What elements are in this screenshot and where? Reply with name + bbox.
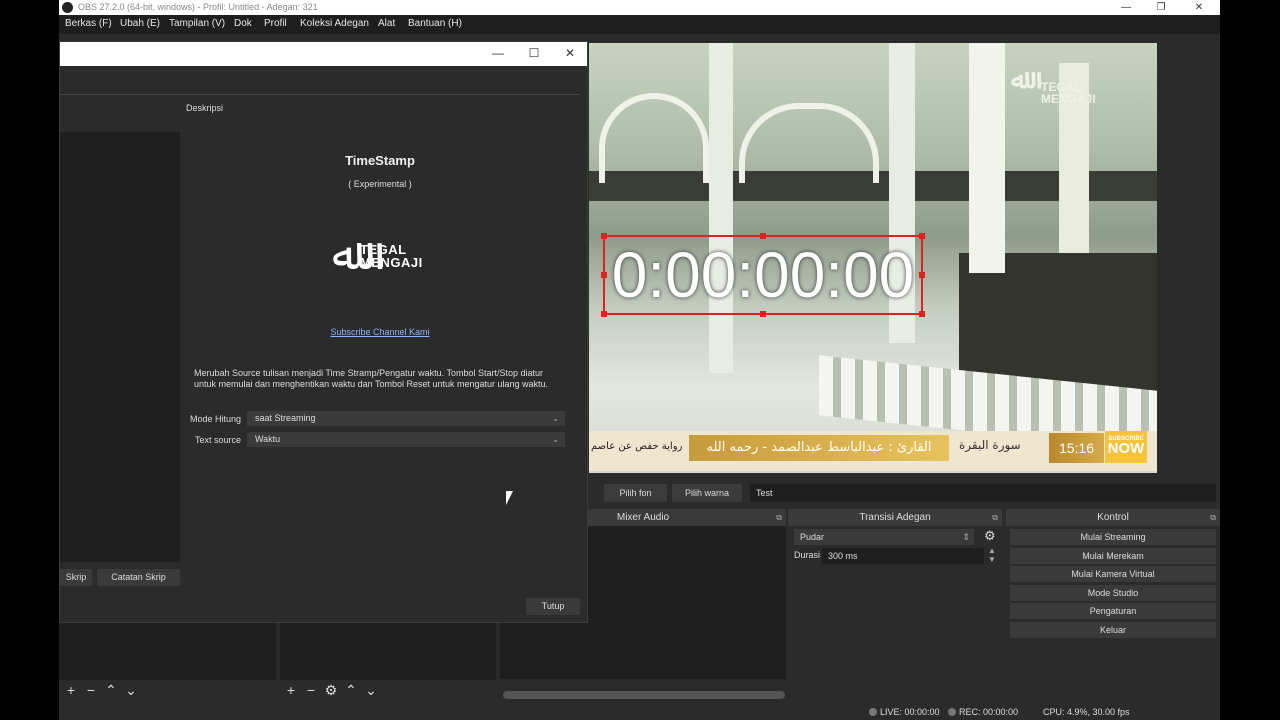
move-down-icon[interactable]: ⌄ <box>121 681 141 699</box>
live-indicator-icon <box>869 708 877 716</box>
close-icon[interactable]: ✕ <box>562 46 578 60</box>
studio-mode-button[interactable]: Mode Studio <box>1010 585 1216 601</box>
choose-font-button[interactable]: Pilih fon <box>604 484 667 502</box>
ticker-clock: 15:16 <box>1049 433 1104 463</box>
menu-koleksi-adegan[interactable]: Koleksi Adegan <box>300 18 369 29</box>
description-text: Merubah Source tulisan menjadi Time Stra… <box>194 368 549 389</box>
exit-button[interactable]: Keluar <box>1010 622 1216 638</box>
menu-tampilan[interactable]: Tampilan (V) <box>169 18 225 29</box>
transition-dock: Transisi Adegan ⧉ Pudar ⇕ ⚙ Durasi 300 ms … <box>788 509 1002 679</box>
menu-dok[interactable]: Dok <box>234 18 252 29</box>
undock-icon[interactable]: ⧉ <box>992 509 998 526</box>
scenes-toolbar: + − ⌃ ⌄ <box>61 681 141 699</box>
move-up-icon[interactable]: ⌃ <box>101 681 121 699</box>
script-subtitle: ( Experimental ) <box>348 179 412 189</box>
duration-label: Durasi <box>794 550 821 560</box>
subscribe-link[interactable]: Subscribe Channel Kami <box>182 327 578 337</box>
obs-logo-icon <box>62 2 73 13</box>
controls-dock: Kontrol ⧉ Mulai Streaming Mulai Merekam M… <box>1006 509 1220 679</box>
chevron-down-icon: ⌄ <box>552 435 559 444</box>
ticker-reciter: القارئ : عبدالباسط عبدالصمد - رحمه الله <box>689 435 949 461</box>
calligraphy-logo-icon: ﷲ <box>1011 64 1027 94</box>
close-button[interactable]: Tutup <box>526 598 580 615</box>
menu-profil[interactable]: Profil <box>264 18 287 29</box>
add-icon[interactable]: + <box>281 681 301 699</box>
menu-bantuan[interactable]: Bantuan (H) <box>408 18 462 29</box>
obs-window: OBS 27.2.0 (64-bit, windows) - Profil: U… <box>59 0 1220 720</box>
stepper-icon[interactable]: ▲ ▼ <box>988 546 996 564</box>
remove-icon[interactable]: − <box>81 681 101 699</box>
mode-label: Mode Hitung <box>189 414 241 424</box>
remove-icon[interactable]: − <box>301 681 321 699</box>
timer-text: 0:00:00:00 <box>611 239 915 311</box>
close-icon[interactable]: ✕ <box>1190 0 1208 15</box>
ticker-riwayah: رواية حفص عن عاصم <box>591 441 683 452</box>
cpu-status: CPU: 4.9%, 30.00 fps <box>1043 707 1130 717</box>
maximize-icon[interactable]: ☐ <box>526 46 542 60</box>
start-streaming-button[interactable]: Mulai Streaming <box>1010 529 1216 545</box>
choose-color-button[interactable]: Pilih warna <box>672 484 742 502</box>
spin-arrows-icon: ⇕ <box>962 532 970 542</box>
rec-status: REC: 00:00:00 <box>948 705 1018 720</box>
transition-title: Transisi Adegan <box>859 512 931 523</box>
mixer-title: Mixer Audio <box>616 512 670 523</box>
mode-select[interactable]: saat Streaming ⌄ <box>247 411 565 426</box>
chevron-down-icon: ⌄ <box>552 414 559 423</box>
live-status: LIVE: 00:00:00 <box>869 705 940 720</box>
menu-berkas[interactable]: Berkas (F) <box>65 18 112 29</box>
move-down-icon[interactable]: ⌄ <box>361 681 381 699</box>
text-properties-toolbar: Pilih fon Pilih warna Test <box>599 484 1216 502</box>
controls-title: Kontrol <box>1097 512 1129 523</box>
minimize-icon[interactable]: — <box>1117 0 1135 15</box>
loaded-scripts-list[interactable] <box>60 132 180 562</box>
lower-third-ticker: رواية حفص عن عاصم القارئ : عبدالباسط عبد… <box>589 431 1157 471</box>
mixer-scrollbar[interactable] <box>503 691 785 699</box>
restore-icon[interactable]: ❐ <box>1152 0 1170 15</box>
menu-ubah[interactable]: Ubah (E) <box>120 18 160 29</box>
sources-list[interactable] <box>280 622 496 680</box>
add-icon[interactable]: + <box>61 681 81 699</box>
description-label: Deskripsi <box>186 103 224 113</box>
window-title: OBS 27.2.0 (64-bit, windows) - Profil: U… <box>78 2 318 12</box>
script-log-button[interactable]: Catatan Skrip <box>97 569 180 586</box>
dialog-title-bar: — ☐ ✕ <box>60 42 587 66</box>
menu-bar: Berkas (F) Ubah (E) Tampilan (V) Dok Pro… <box>59 15 1220 34</box>
start-virtual-camera-button[interactable]: Mulai Kamera Virtual <box>1010 566 1216 582</box>
selected-text-source[interactable]: 0:00:00:00 <box>601 233 925 317</box>
rec-indicator-icon <box>948 708 956 716</box>
scene-preview[interactable]: ﷲ TEGAL MENGAJI 0:00:00:00 رواية حفص عن … <box>589 43 1157 473</box>
script-title: TimeStamp <box>345 153 415 168</box>
sources-toolbar: + − ⚙ ⌃ ⌄ <box>281 681 381 699</box>
text-input[interactable]: Test <box>750 484 1216 502</box>
subscribe-badge: SUBSCRIBE NOW <box>1105 431 1147 463</box>
status-bar: LIVE: 00:00:00 REC: 00:00:00 CPU: 4.9%, … <box>59 705 1220 720</box>
undock-icon[interactable]: ⧉ <box>1210 509 1216 526</box>
start-recording-button[interactable]: Mulai Merekam <box>1010 548 1216 564</box>
duration-input[interactable]: 300 ms <box>822 548 984 564</box>
minimize-icon[interactable]: — <box>490 46 506 60</box>
script-button[interactable]: Skrip <box>60 569 92 586</box>
transition-select[interactable]: Pudar ⇕ <box>794 529 974 545</box>
title-bar: OBS 27.2.0 (64-bit, windows) - Profil: U… <box>59 0 1220 15</box>
gear-icon[interactable]: ⚙ <box>321 681 341 699</box>
move-up-icon[interactable]: ⌃ <box>341 681 361 699</box>
source-label: Text source <box>194 435 241 445</box>
script-description-panel: TimeStamp ( Experimental ) ﷲ TEGAL MENGA… <box>182 118 578 608</box>
undock-icon[interactable]: ⧉ <box>776 509 782 526</box>
calligraphy-logo-icon: ﷲ <box>332 229 358 280</box>
mouse-cursor-icon <box>506 491 513 505</box>
ticker-surah: سورة البقرة <box>959 438 1021 452</box>
settings-button[interactable]: Pengaturan <box>1010 603 1216 619</box>
tegal-mengaji-logo: ﷲ TEGAL MENGAJI <box>330 226 430 286</box>
scenes-list[interactable] <box>59 622 276 680</box>
text-source-select[interactable]: Waktu ⌄ <box>247 432 565 447</box>
menu-alat[interactable]: Alat <box>378 18 395 29</box>
scripts-dialog: — ☐ ✕ Deskripsi TimeStamp ( Experimental… <box>59 41 588 623</box>
gear-icon[interactable]: ⚙ <box>984 528 996 544</box>
